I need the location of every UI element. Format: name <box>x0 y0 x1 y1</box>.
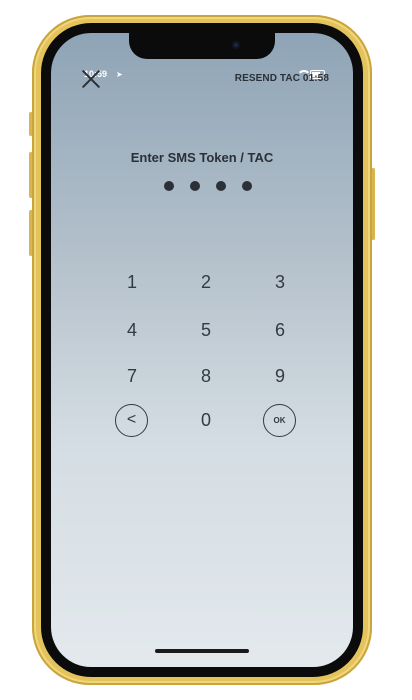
camera-icon <box>232 41 240 49</box>
notch <box>129 33 275 59</box>
screen: 10:59 ➤ RESEND TAC 01:58 Enter SMS Token… <box>51 33 353 667</box>
pin-dot <box>190 181 200 191</box>
home-indicator[interactable] <box>155 649 249 653</box>
backspace-button[interactable]: < <box>115 404 148 437</box>
key-9[interactable]: 9 <box>260 361 300 391</box>
pin-dot <box>242 181 252 191</box>
pin-dot <box>216 181 226 191</box>
key-7[interactable]: 7 <box>112 361 152 391</box>
location-arrow-icon: ➤ <box>116 70 123 79</box>
pin-dots <box>164 181 254 193</box>
key-4[interactable]: 4 <box>112 315 152 345</box>
resend-tac-button[interactable]: RESEND TAC 01:58 <box>235 73 329 84</box>
key-6[interactable]: 6 <box>260 315 300 345</box>
key-1[interactable]: 1 <box>112 267 152 297</box>
key-5[interactable]: 5 <box>186 315 226 345</box>
page-title: Enter SMS Token / TAC <box>130 150 274 165</box>
close-button[interactable] <box>81 69 101 89</box>
chevron-left-icon: < <box>126 410 137 428</box>
pin-dot <box>164 181 174 191</box>
key-2[interactable]: 2 <box>186 267 226 297</box>
key-8[interactable]: 8 <box>186 361 226 391</box>
ok-button[interactable]: OK <box>263 404 296 437</box>
key-3[interactable]: 3 <box>260 267 300 297</box>
key-0[interactable]: 0 <box>186 405 226 435</box>
ok-label: OK <box>273 416 286 425</box>
